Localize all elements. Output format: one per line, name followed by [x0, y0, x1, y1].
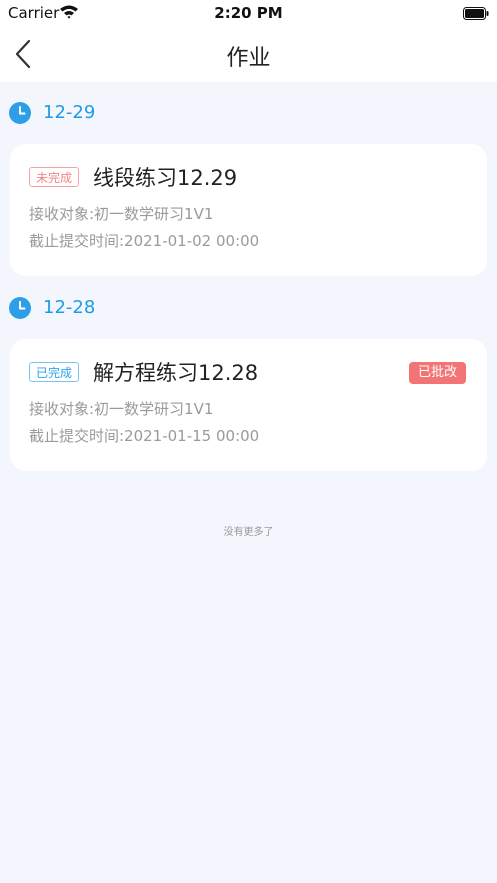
deadline-text: 截止提交时间:2021-01-15 00:00 [29, 427, 260, 445]
page-title: 作业 [226, 46, 271, 71]
date-label: 12-29 [43, 102, 96, 123]
status-bar: Carrier 2:20 PM [0, 0, 497, 26]
status-tag: 已完成 [29, 362, 80, 382]
clock-icon [9, 297, 31, 319]
battery-icon [463, 5, 489, 20]
end-of-list-text: 没有更多了 [223, 527, 274, 538]
clock-icon [9, 102, 31, 124]
homework-title: 线段练习12.29 [93, 166, 238, 190]
homework-card[interactable]: 未完成 线段练习12.29 接收对象:初一数学研习1V1 截止提交时间:2021… [10, 144, 487, 276]
clock-time: 2:20 PM [214, 4, 283, 22]
graded-badge: 已批改 [408, 362, 466, 384]
receiver-text: 接收对象:初一数学研习1V1 [29, 400, 214, 418]
homework-card[interactable]: 已完成 解方程练习12.28 已批改 接收对象:初一数学研习1V1 截止提交时间… [10, 339, 487, 471]
status-tag: 未完成 [29, 167, 80, 187]
navigation-bar: 作业 [0, 26, 497, 82]
homework-title: 解方程练习12.28 [93, 361, 259, 385]
date-label: 12-28 [43, 297, 96, 318]
receiver-text: 接收对象:初一数学研习1V1 [29, 205, 214, 223]
deadline-text: 截止提交时间:2021-01-02 00:00 [29, 232, 260, 250]
